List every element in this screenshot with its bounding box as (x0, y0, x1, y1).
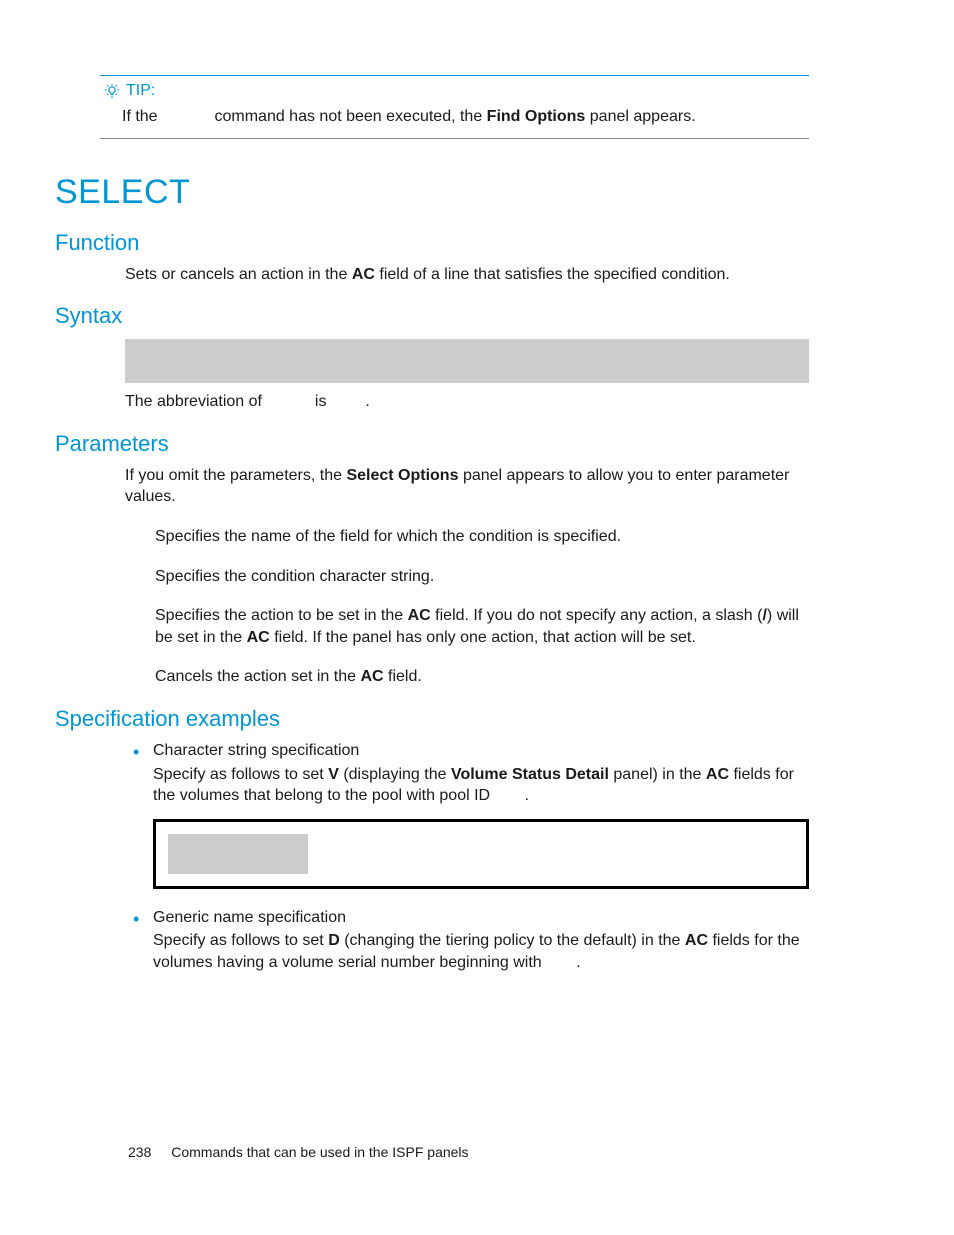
function-text-b: field of a line that satisfies the speci… (379, 266, 729, 283)
s1-bold3: AC (706, 766, 729, 783)
syntax-abbrev-c: . (365, 393, 369, 410)
function-text-a: Sets or cancels an action in the (125, 266, 347, 283)
spec1-title: Character string specification (153, 740, 809, 762)
s1-bold1: V (328, 766, 339, 783)
section-parameters: Parameters (55, 431, 809, 457)
tip-header: TIP: (104, 82, 809, 100)
tip-line-mid: command has not been executed, the (214, 108, 482, 125)
lightbulb-icon (104, 83, 120, 99)
s1-a: Specify as follows to set (153, 766, 324, 783)
section-syntax: Syntax (55, 303, 809, 329)
s1-b: (displaying the (343, 766, 446, 783)
s1-e: . (525, 787, 529, 804)
param-intro-bold: Select Options (346, 467, 458, 484)
param-2: Specifies the condition character string… (155, 566, 809, 588)
section-spec-examples: Specification examples (55, 706, 809, 732)
p3-bold1: AC (408, 607, 431, 624)
p3-b: field. If you do not specify any action,… (435, 607, 762, 624)
list-item: Generic name specification Specify as fo… (125, 907, 809, 974)
function-text: Sets or cancels an action in the AC fiel… (125, 264, 809, 286)
p3-bold3: AC (247, 629, 270, 646)
s2-a: Specify as follows to set (153, 932, 324, 949)
footer: 238 Commands that can be used in the ISP… (128, 1144, 469, 1160)
tip-block: TIP: If the command has not been execute… (100, 75, 809, 139)
tip-bold: Find Options (487, 108, 586, 125)
tip-line-prefix: If the (122, 108, 158, 125)
example-box (153, 819, 809, 889)
syntax-code-box (125, 339, 809, 383)
syntax-abbrev-a: The abbreviation of (125, 393, 262, 410)
section-function: Function (55, 230, 809, 256)
function-bold: AC (352, 266, 375, 283)
param-4: Cancels the action set in the AC field. (155, 666, 809, 688)
example-code (168, 834, 308, 874)
p3-d: field. If the panel has only one action,… (274, 629, 696, 646)
s1-c: panel) in the (613, 766, 701, 783)
spec2-desc: Specify as follows to set D (changing th… (153, 930, 809, 973)
spec-list: Character string specification Specify a… (125, 740, 809, 974)
footer-text: Commands that can be used in the ISPF pa… (171, 1144, 468, 1160)
syntax-abbrev: The abbreviation of is . (125, 391, 809, 413)
s2-bold2: AC (685, 932, 708, 949)
tip-label: TIP: (126, 82, 155, 100)
p4-b: field. (388, 668, 422, 685)
syntax-abbrev-b: is (315, 393, 327, 410)
s2-b: (changing the tiering policy to the defa… (344, 932, 680, 949)
s2-bold1: D (328, 932, 340, 949)
page-title: SELECT (55, 173, 809, 212)
tip-line-suffix: panel appears. (590, 108, 696, 125)
page-number: 238 (128, 1144, 151, 1160)
tip-text: If the command has not been executed, th… (122, 106, 809, 128)
spec1-desc: Specify as follows to set V (displaying … (153, 764, 809, 807)
spec2-title: Generic name specification (153, 907, 809, 929)
parameters-intro: If you omit the parameters, the Select O… (125, 465, 809, 508)
s2-d: . (576, 954, 580, 971)
s1-bold2: Volume Status Detail (451, 766, 609, 783)
p3-a: Specifies the action to be set in the (155, 607, 403, 624)
param-3: Specifies the action to be set in the AC… (155, 605, 809, 648)
param-intro-a: If you omit the parameters, the (125, 467, 342, 484)
page: TIP: If the command has not been execute… (0, 0, 954, 1235)
p4-a: Cancels the action set in the (155, 668, 356, 685)
list-item: Character string specification Specify a… (125, 740, 809, 889)
p4-bold: AC (360, 668, 383, 685)
param-1: Specifies the name of the field for whic… (155, 526, 809, 548)
